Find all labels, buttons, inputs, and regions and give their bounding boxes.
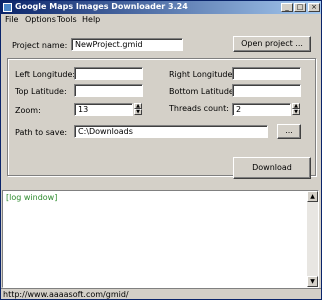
settings-panel: Project name: NewProject.gmid Open proje…: [1, 26, 321, 189]
zoom-label: Zoom:: [15, 106, 41, 115]
bottom-latitude-label: Bottom Latitude:: [169, 87, 237, 96]
browse-button[interactable]: ...: [277, 124, 301, 139]
path-label: Path to save:: [15, 128, 68, 137]
main-window: Google Maps Images Downloader 3.24 _ □ ×…: [0, 0, 322, 300]
threads-spinner[interactable]: ▲ ▼: [292, 103, 300, 116]
scroll-up-icon[interactable]: ▲: [307, 191, 318, 202]
left-longitude-label: Left Longitude:: [15, 70, 76, 79]
open-project-button[interactable]: Open project ...: [233, 36, 311, 52]
top-latitude-label: Top Latitude:: [15, 87, 67, 96]
status-bar: http://www.aaaasoft.com/gmid/: [1, 288, 321, 300]
status-url[interactable]: http://www.aaaasoft.com/gmid/: [3, 290, 129, 299]
left-longitude-input[interactable]: [74, 67, 143, 80]
project-name-input[interactable]: NewProject.gmid: [71, 38, 183, 51]
maximize-button[interactable]: □: [294, 3, 306, 12]
app-icon: [3, 3, 12, 12]
menu-options[interactable]: Options: [25, 15, 56, 24]
log-window[interactable]: [log window] ▲ ▼: [2, 190, 319, 288]
scroll-down-icon[interactable]: ▼: [307, 276, 318, 287]
spin-down-icon[interactable]: ▼: [292, 109, 300, 115]
title-bar[interactable]: Google Maps Images Downloader 3.24 _ □ ×: [1, 1, 321, 14]
log-scrollbar[interactable]: ▲ ▼: [307, 191, 318, 287]
menu-file[interactable]: File: [5, 15, 18, 24]
download-button[interactable]: Download: [233, 157, 311, 179]
menu-tools[interactable]: Tools: [57, 15, 77, 24]
right-longitude-input[interactable]: [232, 67, 301, 80]
threads-label: Threads count:: [169, 104, 229, 113]
top-latitude-input[interactable]: [74, 84, 143, 97]
project-name-label: Project name:: [12, 41, 68, 50]
log-text: [log window]: [6, 193, 58, 202]
menu-help[interactable]: Help: [82, 15, 100, 24]
bottom-latitude-input[interactable]: [232, 84, 301, 97]
window-title: Google Maps Images Downloader 3.24: [15, 2, 188, 11]
minimize-button[interactable]: _: [281, 3, 293, 12]
right-longitude-label: Right Longitude:: [169, 70, 236, 79]
path-input[interactable]: C:\Downloads: [74, 125, 268, 138]
zoom-input[interactable]: 13: [74, 103, 133, 116]
spin-down-icon[interactable]: ▼: [134, 109, 142, 115]
threads-input[interactable]: 2: [232, 103, 291, 116]
menu-bar: File Options Tools Help: [1, 14, 321, 26]
close-button[interactable]: ×: [308, 3, 320, 12]
zoom-spinner[interactable]: ▲ ▼: [134, 103, 142, 116]
